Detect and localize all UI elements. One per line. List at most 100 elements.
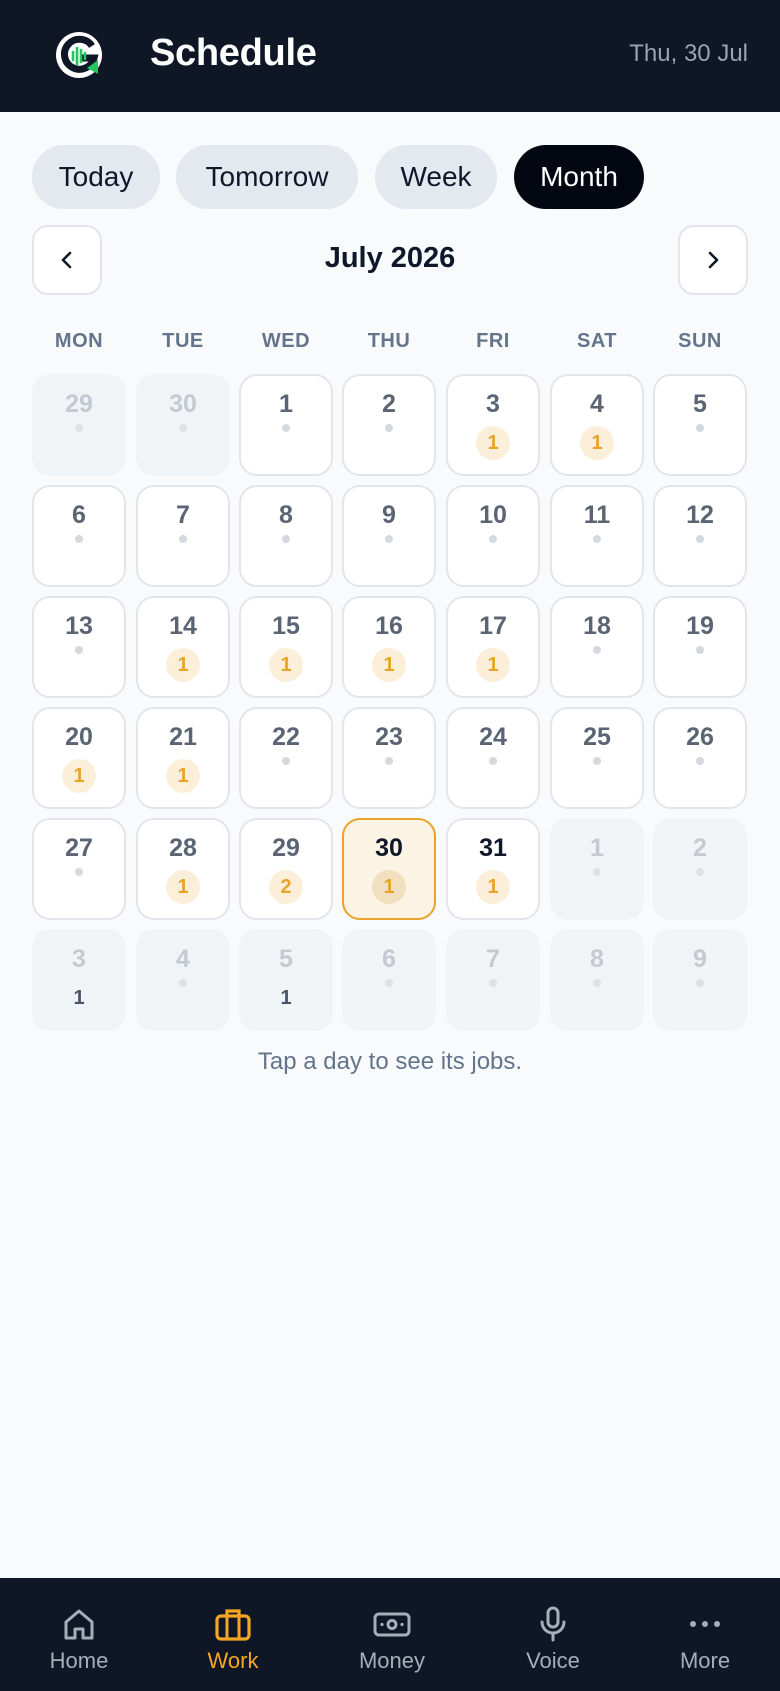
empty-day-dot <box>179 535 187 543</box>
empty-day-dot <box>179 424 187 432</box>
day-cell[interactable]: 2 <box>342 374 436 476</box>
bottom-nav: Home Work Money Voice More <box>0 1578 780 1691</box>
day-cell-today[interactable]: 30 1 <box>342 818 436 920</box>
weekday-mon: MON <box>54 330 104 352</box>
day-cell[interactable]: 31 1 <box>446 818 540 920</box>
day-cell[interactable]: 22 <box>239 707 333 809</box>
day-cell[interactable]: 9 <box>653 929 747 1031</box>
day-number: 3 <box>486 390 500 418</box>
job-count-badge: 1 <box>166 759 200 793</box>
day-cell[interactable]: 6 <box>342 929 436 1031</box>
day-number: 8 <box>590 945 604 973</box>
job-count-badge: 2 <box>269 870 303 904</box>
day-cell[interactable]: 14 1 <box>136 596 230 698</box>
job-count-badge: 1 <box>476 426 510 460</box>
nav-voice-label: Voice <box>526 1648 580 1673</box>
day-number: 2 <box>382 390 396 418</box>
empty-day-dot <box>593 979 601 987</box>
day-cell[interactable]: 29 <box>32 374 126 476</box>
tab-week[interactable]: Week <box>375 145 497 209</box>
nav-voice[interactable]: Voice <box>488 1578 618 1691</box>
day-number: 27 <box>65 834 93 862</box>
day-cell[interactable]: 5 <box>653 374 747 476</box>
day-number: 7 <box>486 945 500 973</box>
empty-day-dot <box>593 535 601 543</box>
app-logo-icon <box>56 32 102 78</box>
day-number: 9 <box>382 501 396 529</box>
tab-today[interactable]: Today <box>32 145 160 209</box>
day-cell[interactable]: 31 <box>446 374 540 476</box>
nav-money[interactable]: Money <box>327 1578 457 1691</box>
day-cell[interactable]: 8 <box>239 485 333 587</box>
day-cell[interactable]: 9 <box>342 485 436 587</box>
weekday-thu: THU <box>367 330 411 352</box>
empty-day-dot <box>75 424 83 432</box>
empty-day-dot <box>75 646 83 654</box>
day-number: 12 <box>686 501 714 529</box>
next-month-button[interactable] <box>678 225 748 295</box>
day-cell[interactable]: 25 <box>550 707 644 809</box>
day-cell[interactable]: 6 <box>32 485 126 587</box>
day-cell[interactable]: 21 1 <box>136 707 230 809</box>
day-number: 1 <box>590 834 604 862</box>
empty-day-dot <box>75 535 83 543</box>
empty-day-dot <box>593 646 601 654</box>
day-number: 29 <box>272 834 300 862</box>
nav-more[interactable]: More <box>640 1578 770 1691</box>
day-number: 16 <box>375 612 403 640</box>
nav-home[interactable]: Home <box>14 1578 144 1691</box>
day-cell[interactable]: 28 1 <box>136 818 230 920</box>
day-cell[interactable]: 16 1 <box>342 596 436 698</box>
day-cell[interactable]: 29 2 <box>239 818 333 920</box>
chevron-right-icon <box>708 251 719 269</box>
day-cell[interactable]: 41 <box>550 374 644 476</box>
day-cell[interactable]: 15 1 <box>239 596 333 698</box>
banknote-icon <box>373 1612 411 1637</box>
day-number: 8 <box>279 501 293 529</box>
day-cell[interactable]: 1 <box>550 818 644 920</box>
tab-month[interactable]: Month <box>514 145 644 209</box>
day-number: 4 <box>590 390 604 418</box>
day-cell[interactable]: 30 <box>136 374 230 476</box>
empty-day-dot <box>282 757 290 765</box>
tab-tomorrow[interactable]: Tomorrow <box>176 145 358 209</box>
day-cell[interactable]: 23 <box>342 707 436 809</box>
day-number: 3 <box>72 945 86 973</box>
day-number: 5 <box>693 390 707 418</box>
day-cell[interactable]: 27 <box>32 818 126 920</box>
day-cell[interactable]: 4 <box>136 929 230 1031</box>
nav-work[interactable]: Work <box>168 1578 298 1691</box>
day-cell[interactable]: 51 <box>239 929 333 1031</box>
day-cell[interactable]: 31 <box>32 929 126 1031</box>
day-cell[interactable]: 7 <box>136 485 230 587</box>
day-cell[interactable]: 24 <box>446 707 540 809</box>
empty-day-dot <box>385 424 393 432</box>
day-cell[interactable]: 1 <box>239 374 333 476</box>
day-cell[interactable]: 12 <box>653 485 747 587</box>
day-cell[interactable]: 2 <box>653 818 747 920</box>
day-number: 14 <box>169 612 197 640</box>
day-number: 1 <box>279 390 293 418</box>
day-number: 4 <box>176 945 190 973</box>
empty-day-dot <box>282 424 290 432</box>
day-cell[interactable]: 19 <box>653 596 747 698</box>
day-number: 15 <box>272 612 300 640</box>
day-cell[interactable]: 20 1 <box>32 707 126 809</box>
day-cell[interactable]: 7 <box>446 929 540 1031</box>
day-cell[interactable]: 10 <box>446 485 540 587</box>
nav-more-label: More <box>679 1648 731 1673</box>
day-cell[interactable]: 18 <box>550 596 644 698</box>
day-cell[interactable]: 8 <box>550 929 644 1031</box>
weekday-fri: FRI <box>476 330 510 352</box>
day-cell[interactable]: 17 1 <box>446 596 540 698</box>
nav-money-label: Money <box>358 1648 426 1673</box>
day-cell[interactable]: 13 <box>32 596 126 698</box>
day-cell[interactable]: 11 <box>550 485 644 587</box>
empty-day-dot <box>696 424 704 432</box>
day-cell[interactable]: 26 <box>653 707 747 809</box>
empty-day-dot <box>385 535 393 543</box>
day-number: 6 <box>382 945 396 973</box>
day-number: 21 <box>169 723 197 751</box>
empty-day-dot <box>696 535 704 543</box>
empty-day-dot <box>385 757 393 765</box>
